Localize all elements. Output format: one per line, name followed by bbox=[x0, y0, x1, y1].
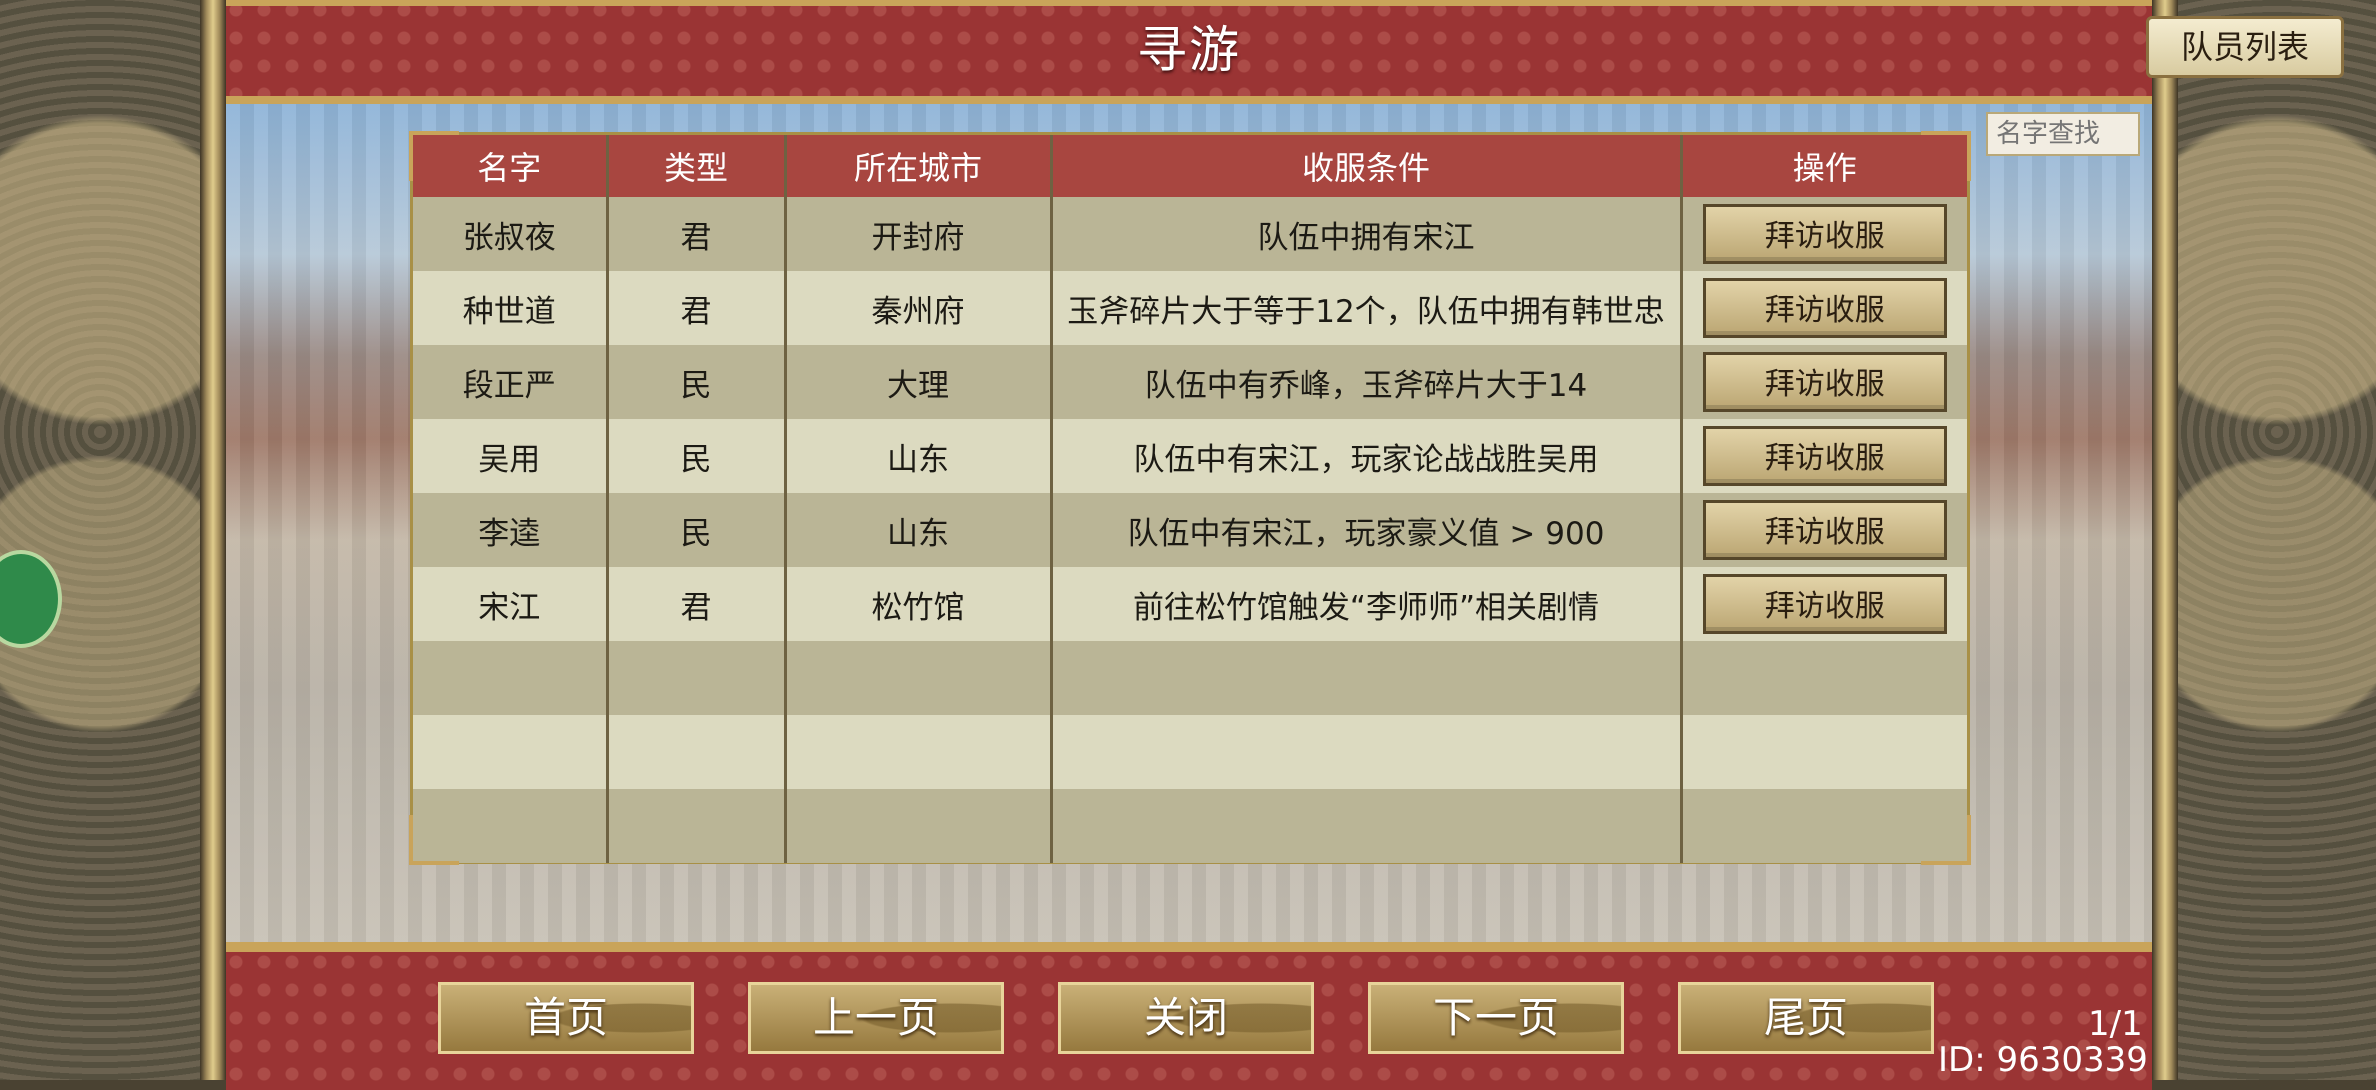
next-page-button[interactable]: 下一页 bbox=[1368, 982, 1624, 1054]
left-dragon-panel bbox=[0, 0, 200, 1080]
cell-condition: 队伍中有宋江，玩家论战战胜吴用 bbox=[1051, 419, 1683, 493]
cell-name: 吴用 bbox=[413, 419, 609, 493]
corner-ornament bbox=[409, 815, 459, 865]
corner-ornament bbox=[409, 131, 459, 181]
cell-condition: 玉斧碎片大于等于12个，队伍中拥有韩世忠 bbox=[1051, 271, 1683, 345]
table-row: 宋江 君 松竹馆 前往松竹馆触发“李师师”相关剧情 拜访收服 bbox=[413, 567, 1967, 641]
cell-name: 段正严 bbox=[413, 345, 609, 419]
cell-name: 张叔夜 bbox=[413, 197, 609, 271]
player-id: ID: 9630339 bbox=[1938, 1040, 2148, 1080]
visit-recruit-button[interactable]: 拜访收服 bbox=[1702, 352, 1947, 412]
cell-name: 宋江 bbox=[413, 567, 609, 641]
visit-recruit-button[interactable]: 拜访收服 bbox=[1702, 500, 1947, 560]
cell-action: 拜访收服 bbox=[1681, 197, 1967, 271]
cell-condition: 队伍中有宋江，玩家豪义值 > 900 bbox=[1051, 493, 1683, 567]
cell-action: 拜访收服 bbox=[1681, 345, 1967, 419]
cell-condition: 队伍中拥有宋江 bbox=[1051, 197, 1683, 271]
table-row: 种世道 君 秦州府 玉斧碎片大于等于12个，队伍中拥有韩世忠 拜访收服 bbox=[413, 271, 1967, 345]
last-page-button[interactable]: 尾页 bbox=[1678, 982, 1934, 1054]
recruit-table: 名字 类型 所在城市 收服条件 操作 张叔夜 君 开封府 队伍中拥有宋江 拜访收… bbox=[413, 135, 1967, 863]
cell-condition: 队伍中有乔峰，玉斧碎片大于14 bbox=[1051, 345, 1683, 419]
prev-page-button[interactable]: 上一页 bbox=[748, 982, 1004, 1054]
table-row-empty bbox=[413, 789, 1967, 863]
corner-ornament bbox=[1921, 815, 1971, 865]
cell-type: 民 bbox=[607, 419, 787, 493]
table-row: 吴用 民 山东 队伍中有宋江，玩家论战战胜吴用 拜访收服 bbox=[413, 419, 1967, 493]
cell-type: 君 bbox=[607, 197, 787, 271]
table-header-row: 名字 类型 所在城市 收服条件 操作 bbox=[413, 135, 1967, 197]
first-page-button[interactable]: 首页 bbox=[438, 982, 694, 1054]
page-indicator: 1/1 bbox=[2088, 1004, 2143, 1044]
visit-recruit-button[interactable]: 拜访收服 bbox=[1702, 278, 1947, 338]
cell-type: 君 bbox=[607, 271, 787, 345]
table-row: 段正严 民 大理 队伍中有乔峰，玉斧碎片大于14 拜访收服 bbox=[413, 345, 1967, 419]
cell-type: 民 bbox=[607, 345, 787, 419]
column-header-city: 所在城市 bbox=[785, 135, 1053, 197]
right-frame-border bbox=[2152, 0, 2178, 1080]
cell-name: 种世道 bbox=[413, 271, 609, 345]
page-title: 寻游 bbox=[1137, 21, 1241, 79]
right-dragon-panel bbox=[2178, 0, 2376, 1080]
cell-city: 松竹馆 bbox=[785, 567, 1053, 641]
column-header-condition: 收服条件 bbox=[1051, 135, 1683, 197]
cell-city: 秦州府 bbox=[785, 271, 1053, 345]
table-row: 李逵 民 山东 队伍中有宋江，玩家豪义值 > 900 拜访收服 bbox=[413, 493, 1967, 567]
recruit-table-panel: 名字 类型 所在城市 收服条件 操作 张叔夜 君 开封府 队伍中拥有宋江 拜访收… bbox=[409, 131, 1971, 865]
cell-name: 李逵 bbox=[413, 493, 609, 567]
cell-city: 大理 bbox=[785, 345, 1053, 419]
cell-type: 民 bbox=[607, 493, 787, 567]
visit-recruit-button[interactable]: 拜访收服 bbox=[1702, 426, 1947, 486]
left-frame-border bbox=[200, 0, 226, 1080]
cell-action: 拜访收服 bbox=[1681, 419, 1967, 493]
cell-city: 山东 bbox=[785, 493, 1053, 567]
cell-condition: 前往松竹馆触发“李师师”相关剧情 bbox=[1051, 567, 1683, 641]
cell-action: 拜访收服 bbox=[1681, 493, 1967, 567]
team-list-button[interactable]: 队员列表 bbox=[2146, 16, 2344, 78]
visit-recruit-button[interactable]: 拜访收服 bbox=[1702, 574, 1947, 634]
column-header-type: 类型 bbox=[607, 135, 787, 197]
cell-action: 拜访收服 bbox=[1681, 567, 1967, 641]
name-search-input[interactable] bbox=[1986, 112, 2140, 156]
close-button[interactable]: 关闭 bbox=[1058, 982, 1314, 1054]
header-bar: 寻游 队员列表 bbox=[226, 0, 2344, 104]
visit-recruit-button[interactable]: 拜访收服 bbox=[1702, 204, 1947, 264]
cell-city: 开封府 bbox=[785, 197, 1053, 271]
cell-city: 山东 bbox=[785, 419, 1053, 493]
table-row-empty bbox=[413, 641, 1967, 715]
table-row-empty bbox=[413, 715, 1967, 789]
table-row: 张叔夜 君 开封府 队伍中拥有宋江 拜访收服 bbox=[413, 197, 1967, 271]
cell-action: 拜访收服 bbox=[1681, 271, 1967, 345]
corner-ornament bbox=[1921, 131, 1971, 181]
cell-type: 君 bbox=[607, 567, 787, 641]
